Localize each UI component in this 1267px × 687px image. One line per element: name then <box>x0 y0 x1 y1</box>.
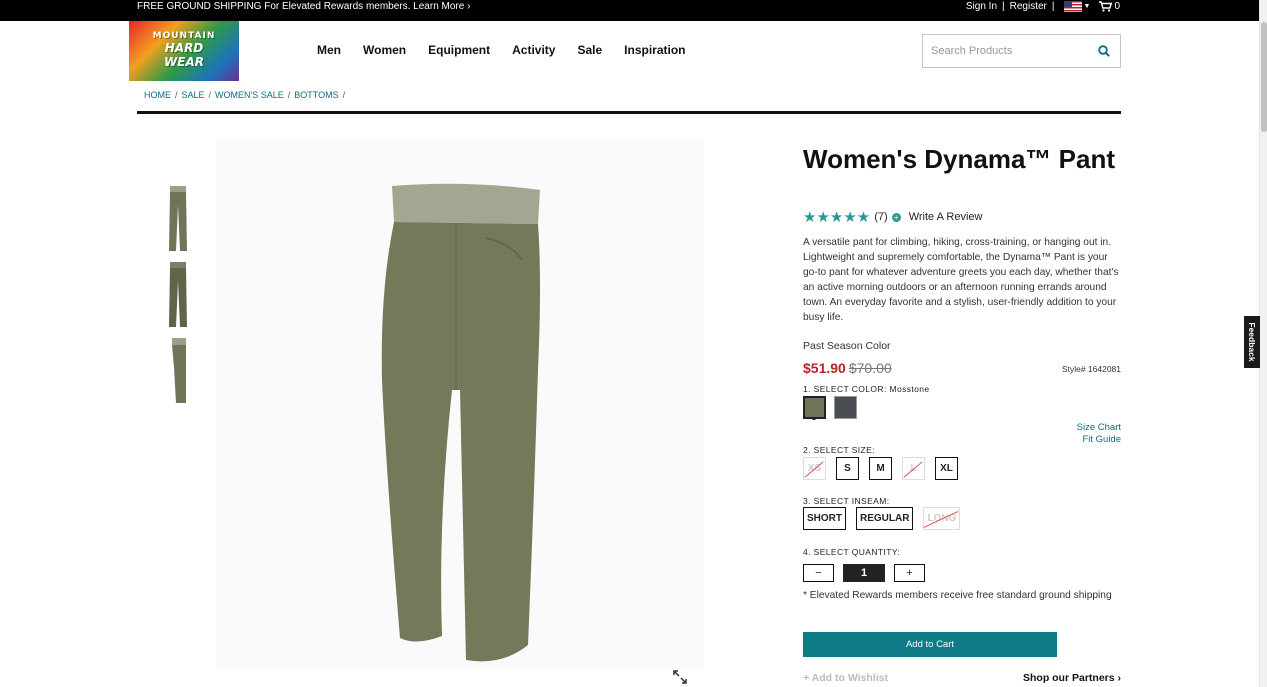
size-chart-link[interactable]: Size Chart <box>1077 422 1121 434</box>
header-divider <box>137 111 1121 114</box>
main-product-image[interactable] <box>216 140 704 670</box>
breadcrumb-sale[interactable]: SALE <box>182 90 205 100</box>
inseam-option-short[interactable]: SHORT <box>803 507 846 530</box>
size-options: XS S M L XL <box>803 457 958 480</box>
size-option-l: L <box>902 457 925 480</box>
us-flag-icon <box>1063 1 1082 12</box>
rating-row: ★★★★★ (7) + Write A Review <box>803 208 982 226</box>
brand-logo[interactable]: MOUNTAIN HARD WEAR <box>129 21 239 81</box>
promo-text[interactable]: FREE GROUND SHIPPING For Elevated Reward… <box>137 0 470 13</box>
style-number: Style# 1642081 <box>1061 364 1121 374</box>
size-option-s[interactable]: S <box>836 457 859 480</box>
nav-equipment[interactable]: Equipment <box>428 43 490 57</box>
nav-women[interactable]: Women <box>363 43 406 57</box>
cart-icon <box>1099 1 1113 12</box>
thumbnail-side[interactable] <box>164 337 192 405</box>
product-description: A versatile pant for climbing, hiking, c… <box>803 237 1119 323</box>
original-price: $70.00 <box>848 360 892 376</box>
fullscreen-icon[interactable] <box>673 670 687 684</box>
breadcrumb-separator: / <box>175 90 178 100</box>
feedback-label: Feedback <box>1247 322 1257 362</box>
search-icon[interactable] <box>1098 45 1110 57</box>
expand-reviews-icon[interactable]: + <box>891 212 901 222</box>
nav-sale[interactable]: Sale <box>577 43 602 57</box>
search-box <box>922 34 1121 68</box>
pant-image <box>381 183 540 662</box>
country-selector[interactable]: ▼ <box>1063 0 1091 13</box>
thumbnail-list <box>164 185 192 413</box>
size-option-m[interactable]: M <box>869 457 892 480</box>
feedback-tab[interactable]: Feedback <box>1244 316 1260 368</box>
inseam-option-regular[interactable]: REGULAR <box>856 507 914 530</box>
separator: | <box>1051 1 1055 12</box>
quantity-increase-button[interactable]: + <box>894 564 925 582</box>
pant-thumbnail-image <box>169 262 187 327</box>
shop-partners-link[interactable]: Shop our Partners › <box>1023 672 1121 684</box>
size-option-xl[interactable]: XL <box>935 457 958 480</box>
register-link[interactable]: Register <box>1010 0 1047 13</box>
account-links: Sign In | Register | ▼ 0 <box>966 0 1120 13</box>
thumbnail-back[interactable] <box>164 261 192 329</box>
selected-color-name: Mosstone <box>889 384 930 394</box>
add-to-cart-button[interactable]: Add to Cart <box>803 632 1057 657</box>
product-title: Women's Dynama™ Pant <box>803 144 1115 174</box>
review-count[interactable]: (7) <box>874 211 887 223</box>
select-color-heading: 1. SELECT COLOR: <box>803 384 887 394</box>
selected-indicator-icon: ▲ <box>811 416 817 422</box>
size-option-xs: XS <box>803 457 826 480</box>
size-links: Size Chart Fit Guide <box>1077 422 1121 446</box>
quantity-value[interactable]: 1 <box>843 564 885 582</box>
nav-activity[interactable]: Activity <box>512 43 555 57</box>
quantity-stepper: − 1 + <box>803 564 925 582</box>
sale-price: $51.90 <box>803 360 846 376</box>
select-color-label: 1. SELECT COLOR: Mosstone <box>803 384 930 394</box>
color-swatch-dark[interactable] <box>834 396 857 419</box>
nav-men[interactable]: Men <box>317 43 341 57</box>
breadcrumb: HOME / SALE / WOMEN'S SALE / BOTTOMS / <box>144 90 345 100</box>
pant-thumbnail-image <box>172 338 186 403</box>
breadcrumb-home[interactable]: HOME <box>144 90 171 100</box>
past-season-label: Past Season Color <box>803 340 891 352</box>
top-promo-bar: FREE GROUND SHIPPING For Elevated Reward… <box>0 0 1259 21</box>
chevron-down-icon: ▼ <box>1083 3 1091 10</box>
logo-text-1: MOUNTAIN <box>152 31 216 41</box>
breadcrumb-separator: / <box>208 90 212 100</box>
quantity-decrease-button[interactable]: − <box>803 564 834 582</box>
select-size-label: 2. SELECT SIZE: <box>803 445 875 455</box>
inseam-options: SHORT REGULAR LONG <box>803 507 961 530</box>
cart-count: 0 <box>1114 1 1120 12</box>
scrollbar-thumb[interactable] <box>1261 22 1267 132</box>
cart-link[interactable]: 0 <box>1099 0 1120 13</box>
page-scrollbar[interactable] <box>1259 0 1267 687</box>
select-inseam-label: 3. SELECT INSEAM: <box>803 496 890 506</box>
separator: | <box>1002 1 1005 12</box>
write-review-link[interactable]: Write A Review <box>909 211 983 223</box>
add-to-wishlist-link[interactable]: + Add to Wishlist <box>803 672 888 684</box>
thumbnail-front[interactable] <box>164 185 192 253</box>
price: $51.90 $70.00 <box>803 360 892 376</box>
nav-inspiration[interactable]: Inspiration <box>624 43 685 57</box>
sign-in-link[interactable]: Sign In <box>966 0 997 13</box>
breadcrumb-womens-sale[interactable]: WOMEN'S SALE <box>215 90 284 100</box>
rating-stars[interactable]: ★★★★★ <box>803 208 870 226</box>
search-input[interactable] <box>931 43 1091 59</box>
logo-text-3: WEAR <box>164 55 204 69</box>
fit-guide-link[interactable]: Fit Guide <box>1077 434 1121 446</box>
shipping-note: * Elevated Rewards members receive free … <box>803 590 1112 601</box>
inseam-option-long: LONG <box>923 507 961 530</box>
pant-thumbnail-image <box>169 186 187 251</box>
breadcrumb-separator: / <box>287 90 291 100</box>
breadcrumb-bottoms[interactable]: BOTTOMS <box>294 90 338 100</box>
main-navigation: Men Women Equipment Activity Sale Inspir… <box>317 43 708 57</box>
logo-text-2: HARD <box>164 41 204 55</box>
select-quantity-label: 4. SELECT QUANTITY: <box>803 547 901 557</box>
breadcrumb-separator: / <box>342 90 346 100</box>
